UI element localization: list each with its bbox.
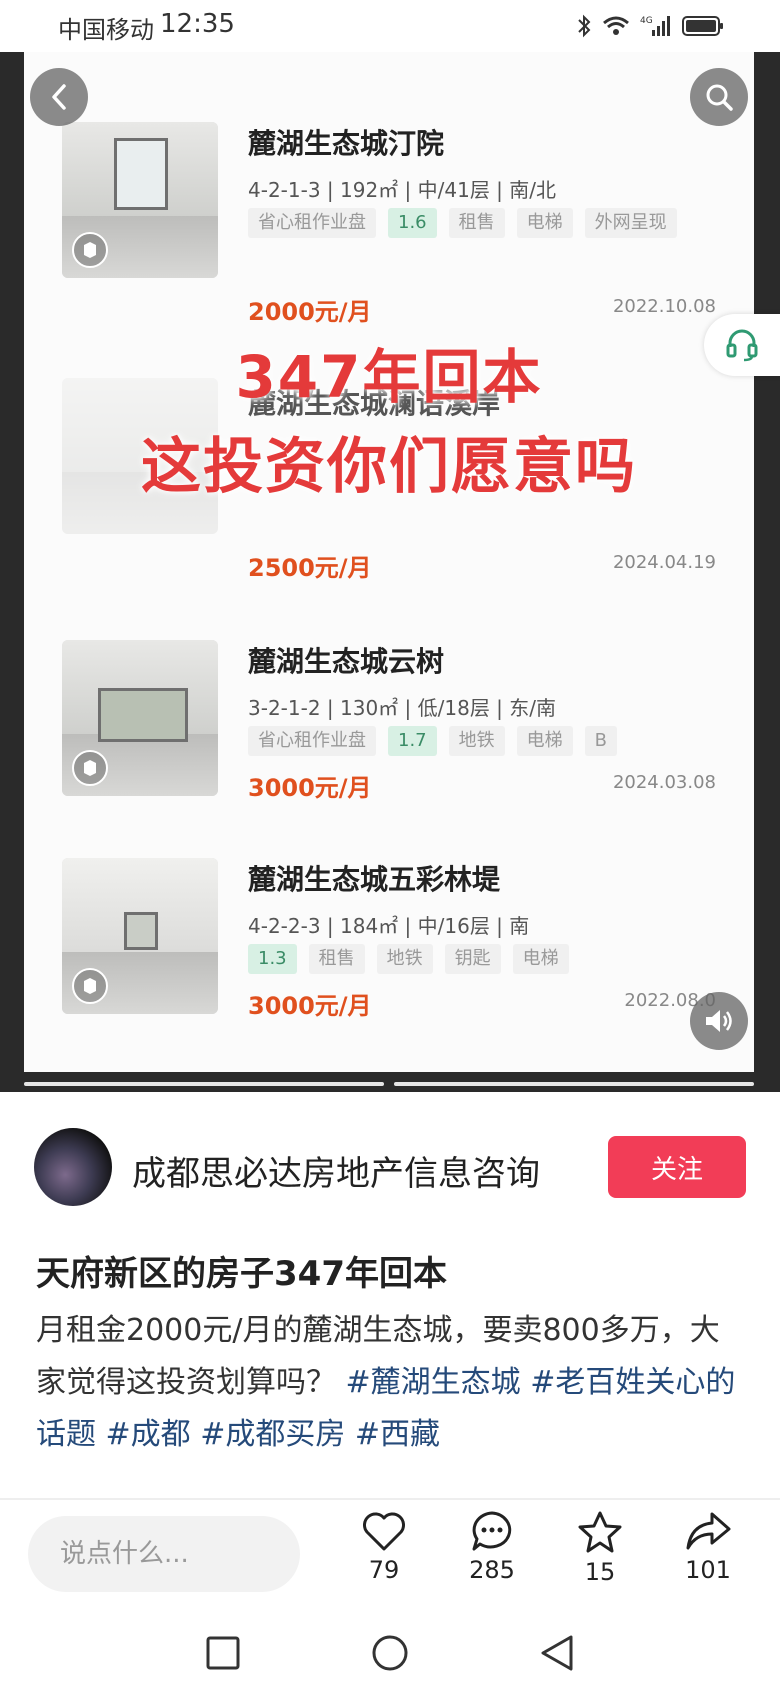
headset-icon [726,329,758,362]
comment-button[interactable]: 285 [442,1510,542,1596]
listing-tag: 省心租作业盘 [248,208,376,238]
listing-tags: 1.3 租售 地铁 钥匙 电梯 [248,944,688,974]
follow-button[interactable]: 关注 [608,1136,746,1198]
carrier-label: 中国移动 [58,16,154,44]
overlay-caption-line2: 这投资你们愿意吗 [141,432,637,502]
search-button[interactable] [690,68,748,126]
comment-count: 285 [469,1556,515,1584]
listing-price: 3000元/月 [248,774,372,802]
favorite-button[interactable]: 15 [550,1510,650,1596]
comment-bubble-icon [472,1511,512,1551]
avatar[interactable] [34,1128,112,1206]
listing-item: 麓湖生态城五彩林堤 4-2-2-3 | 184㎡ | 中/16层 | 南 1.3… [24,858,754,1058]
listing-spec: 4-2-1-3 | 192㎡ | 中/41层 | 南/北 [248,178,557,202]
customer-service-button[interactable] [704,314,780,376]
listing-title: 麓湖生态城五彩林堤 [248,863,501,896]
hashtag-link[interactable]: #成都 [106,1417,191,1452]
divider [0,1498,780,1500]
listing-tag: 1.7 [388,726,437,756]
vr-icon [72,968,108,1004]
listing-tags: 省心租作业盘 1.7 地铁 电梯 B [248,726,688,756]
listing-screenshot: 麓湖生态城汀院 4-2-1-3 | 192㎡ | 中/41层 | 南/北 省心租… [24,52,754,1092]
wifi-icon [603,16,629,35]
sound-toggle-button[interactable] [690,992,748,1050]
post-title: 天府新区的房子347年回本 [36,1254,447,1294]
speaker-icon [706,1010,732,1032]
heart-icon [363,1512,405,1551]
listing-item: 麓湖生态城汀院 4-2-1-3 | 192㎡ | 中/41层 | 南/北 省心租… [24,122,754,326]
listing-date: 2024.04.19 [612,552,716,573]
back-nav-button[interactable] [532,1628,582,1678]
home-button[interactable] [365,1628,415,1678]
image-pager [0,1072,780,1092]
listing-tag: 租售 [308,944,365,974]
listing-tag: 租售 [448,208,505,238]
listing-tag: 地铁 [448,726,505,756]
bluetooth-icon [578,14,591,38]
vr-icon [72,232,108,268]
listing-photo [62,640,218,796]
recent-apps-button[interactable] [198,1628,248,1678]
post-image[interactable]: 麓湖生态城汀院 4-2-1-3 | 192㎡ | 中/41层 | 南/北 省心租… [0,52,780,1092]
listing-tag: 外网呈现 [584,208,677,238]
share-button[interactable]: 101 [658,1510,758,1596]
back-button[interactable] [30,68,88,126]
listing-spec: 4-2-2-3 | 184㎡ | 中/16层 | 南 [248,914,530,938]
hashtag-link[interactable]: #麓湖生态城 [346,1365,521,1400]
share-arrow-icon [686,1512,731,1550]
hashtag-link[interactable]: #成都买房 [200,1417,345,1452]
favorite-count: 15 [584,1558,616,1586]
listing-photo [62,122,218,278]
listing-date: 2024.03.08 [612,772,716,793]
cellular-signal-icon: 4G [640,16,670,36]
listing-item: 麓湖生态城云树 3-2-1-2 | 130㎡ | 低/18层 | 东/南 省心租… [24,640,754,840]
chevron-left-icon [52,84,66,110]
system-nav-bar [0,1614,780,1690]
vr-icon [72,750,108,786]
author-name[interactable]: 成都思必达房地产信息咨询 [132,1146,540,1195]
battery-icon [682,16,723,36]
like-button[interactable]: 79 [334,1510,434,1596]
svg-text:4G: 4G [640,16,653,26]
status-icons: 4G [576,12,724,40]
star-icon [578,1511,622,1553]
clock: 12:35 [160,9,235,39]
post-body: 月租金2000元/月的麓湖生态城，要卖800多万，大家觉得这投资划算吗？ #麓湖… [36,1305,748,1461]
listing-tag: 电梯 [512,944,569,974]
listing-tag: 钥匙 [444,944,501,974]
triangle-back-icon [541,1635,573,1671]
circle-icon [372,1635,408,1671]
listing-tag: 1.6 [388,208,437,238]
listing-tag: 电梯 [516,726,573,756]
listing-photo [62,858,218,1014]
listing-tag: 省心租作业盘 [248,726,376,756]
listing-price: 2000元/月 [248,298,372,326]
pager-segment [394,1082,754,1086]
pager-segment [24,1082,384,1086]
overlay-caption-line1: 347年回本 [235,343,543,411]
listing-spec: 3-2-1-2 | 130㎡ | 低/18层 | 东/南 [248,696,557,720]
listing-tag: 1.3 [248,944,297,974]
author-row: 成都思必达房地产信息咨询 关注 [0,1092,780,1242]
listing-tag: 电梯 [516,208,573,238]
like-count: 79 [368,1556,400,1584]
listing-tags: 省心租作业盘 1.6 租售 电梯 外网呈现 [248,208,688,238]
listing-tag: 地铁 [376,944,433,974]
listing-price: 3000元/月 [248,992,372,1020]
listing-title: 麓湖生态城汀院 [248,127,445,160]
listing-tag: B [584,726,617,756]
square-icon [206,1636,240,1670]
share-count: 101 [685,1556,731,1584]
hashtag-link[interactable]: #西藏 [355,1417,440,1452]
status-bar: 中国移动 12:35 4G [0,0,780,52]
listing-title: 麓湖生态城云树 [248,645,445,678]
app-root: 中国移动 12:35 4G 麓湖生态城汀院 4-2-1-3 | 192㎡ | 中… [0,0,780,1690]
listing-date: 2022.10.08 [612,296,716,317]
search-icon [706,84,733,111]
listing-price: 2500元/月 [248,554,372,582]
comment-input[interactable] [28,1516,300,1592]
